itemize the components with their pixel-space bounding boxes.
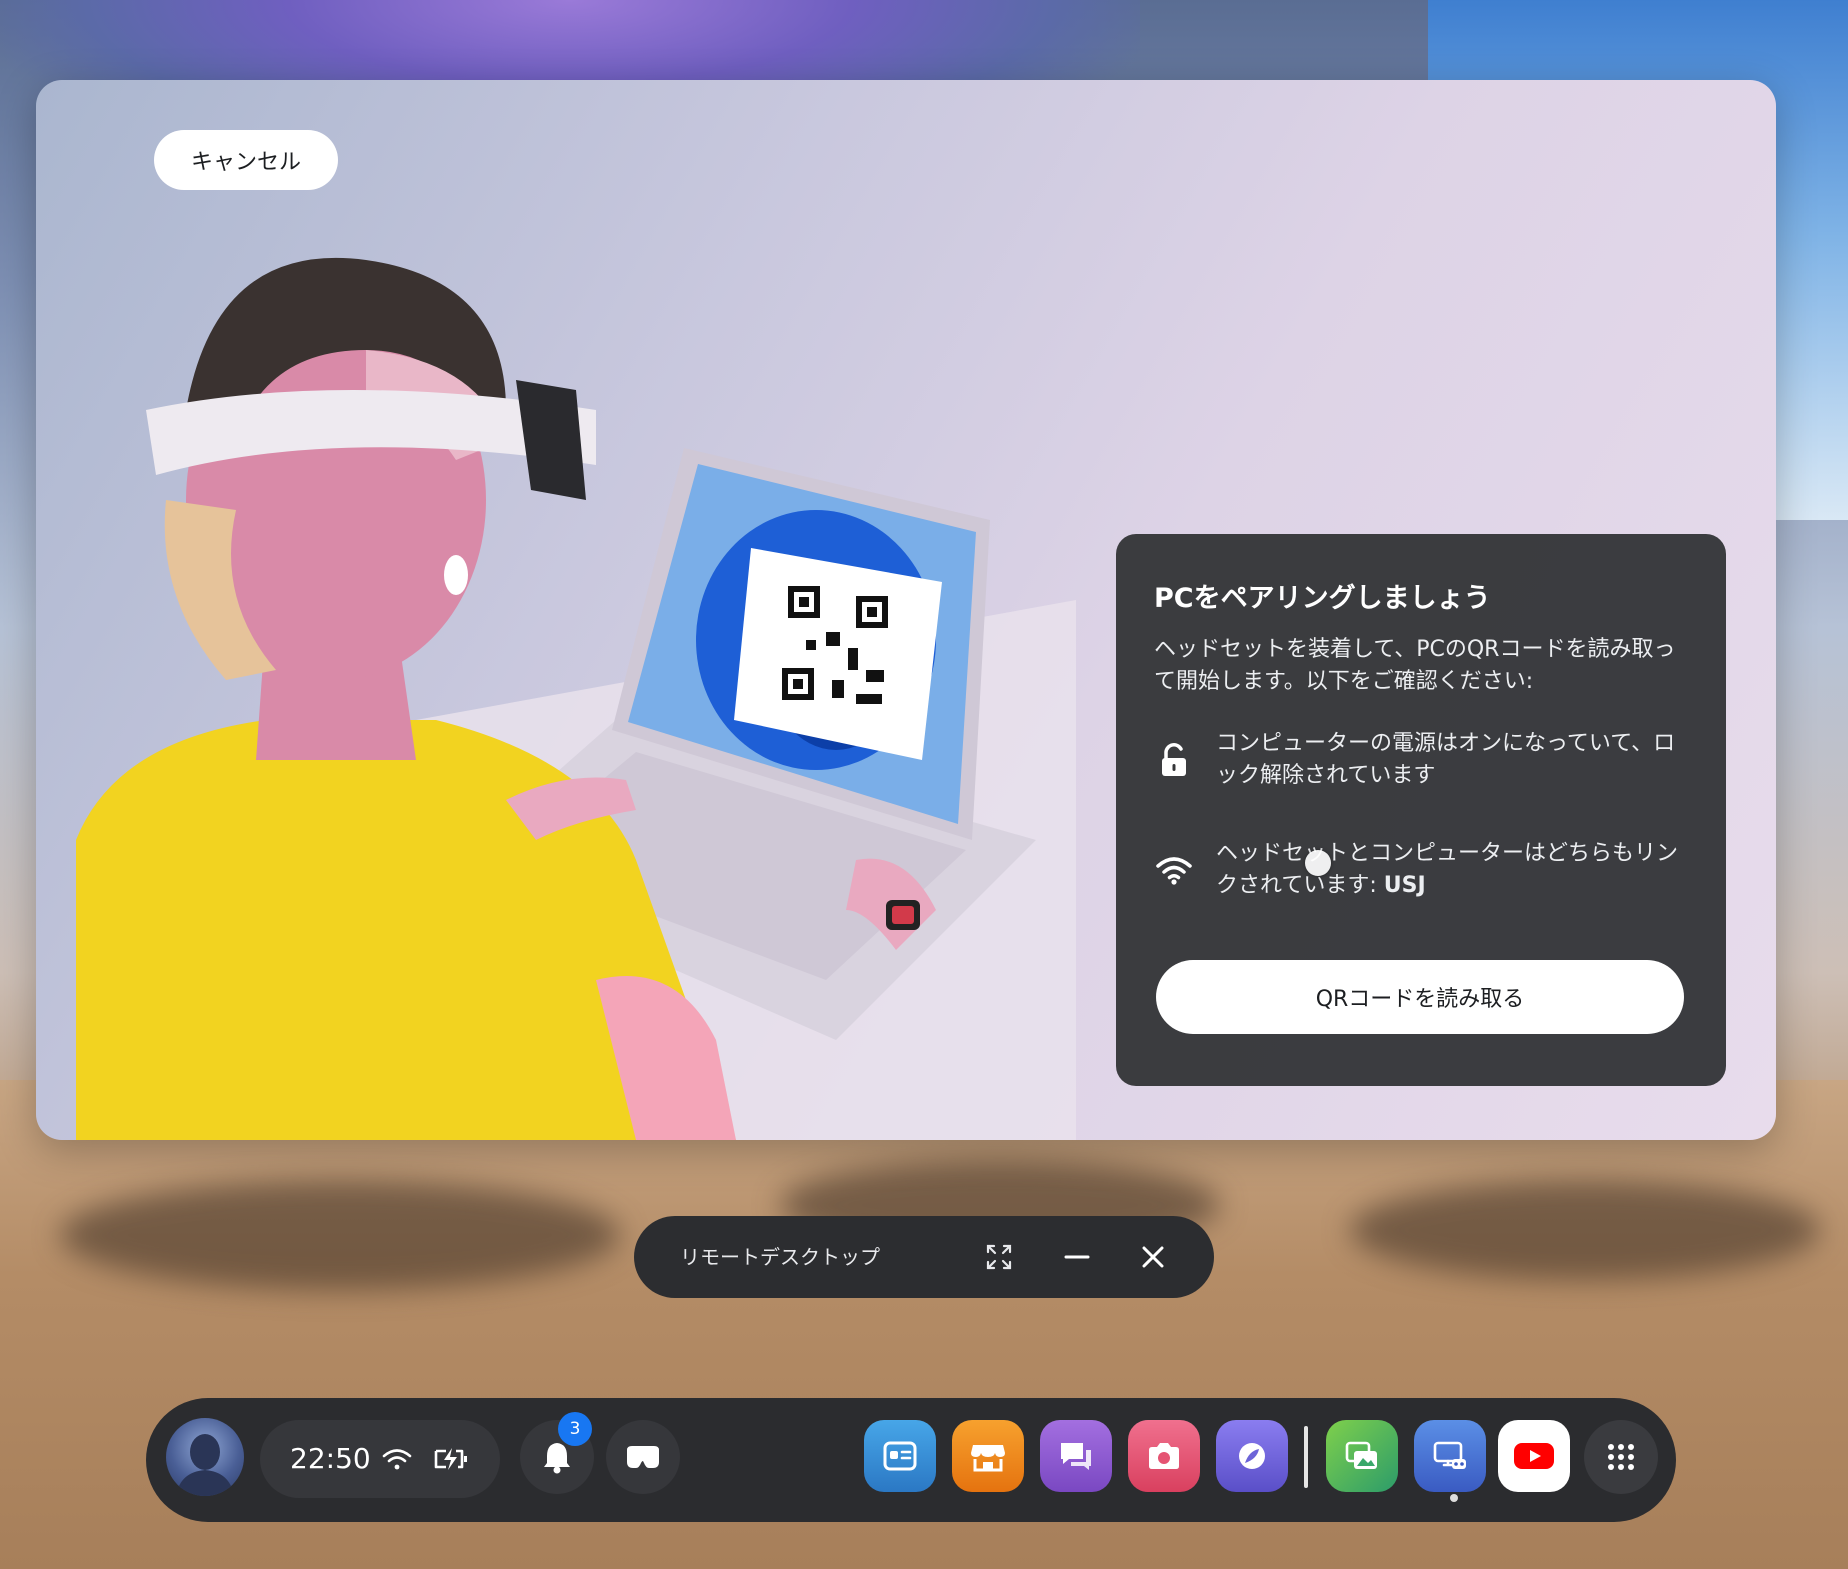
remote-desktop-app[interactable] xyxy=(1414,1420,1486,1492)
network-name: USJ xyxy=(1383,873,1426,898)
clock-time: 22:50 xyxy=(290,1442,371,1475)
store-app[interactable] xyxy=(952,1420,1024,1492)
status-pill[interactable]: 22:50 xyxy=(260,1420,500,1498)
remote-desktop-icon xyxy=(1433,1441,1466,1469)
gallery-icon xyxy=(1345,1441,1377,1469)
headset-icon xyxy=(627,1446,659,1468)
floor-shadow-right xyxy=(1350,1180,1820,1280)
cancel-button[interactable]: キャンセル xyxy=(154,130,338,190)
camera-app[interactable] xyxy=(1128,1420,1200,1492)
window-title: リモートデスクトップ xyxy=(680,1245,880,1269)
info-title: PCをペアリングしましょう xyxy=(1154,583,1491,614)
taskbar: 22:50 3 xyxy=(146,1398,1676,1522)
battery-charging-icon xyxy=(434,1448,467,1470)
requirement-network: ヘッドセットとコンピューターはどちらもリンクされています: USJ xyxy=(1154,838,1694,902)
requirement-network-prefix: ヘッドセットとコンピューターはどちらもリンクされています: xyxy=(1216,841,1679,898)
grid-icon xyxy=(1608,1444,1634,1470)
close-icon xyxy=(1142,1246,1164,1268)
pairing-info-card: PCをペアリングしましょう ヘッドセットを装着して、PCのQRコードを読み取って… xyxy=(1116,534,1726,1086)
avatar-silhouette-icon xyxy=(176,1434,234,1496)
wifi-icon xyxy=(1156,857,1192,885)
info-description: ヘッドセットを装着して、PCのQRコードを読み取って開始します。以下をご確認くだ… xyxy=(1154,637,1676,694)
avatar[interactable] xyxy=(166,1418,244,1496)
floor-shadow-left xyxy=(60,1180,620,1290)
pointer-cursor xyxy=(1305,850,1331,876)
fullscreen-button[interactable] xyxy=(978,1236,1020,1278)
app-library-app[interactable] xyxy=(864,1420,936,1492)
library-icon xyxy=(883,1441,917,1471)
pairing-panel: キャンセル PCをペアリングしましょう ヘッドセットを装着して、PCのQRコード… xyxy=(36,80,1776,1140)
chat-app[interactable] xyxy=(1040,1420,1112,1492)
requirement-network-text: ヘッドセットとコンピューターはどちらもリンクされています: USJ xyxy=(1216,838,1694,902)
wifi-icon xyxy=(382,1449,412,1470)
minimize-icon xyxy=(1064,1255,1090,1259)
explore-icon xyxy=(1239,1443,1265,1469)
bell-icon xyxy=(544,1443,570,1474)
chat-icon xyxy=(1061,1443,1091,1470)
window-title-bar[interactable]: リモートデスクトップ xyxy=(634,1216,1214,1298)
minimize-button[interactable] xyxy=(1056,1236,1098,1278)
store-icon xyxy=(971,1445,1005,1472)
youtube-app[interactable] xyxy=(1498,1420,1570,1492)
youtube-icon xyxy=(1514,1443,1554,1469)
taskbar-divider xyxy=(1304,1426,1308,1488)
fullscreen-icon xyxy=(986,1244,1012,1270)
active-app-indicator xyxy=(1450,1494,1458,1502)
camera-icon xyxy=(1149,1443,1179,1469)
requirement-unlocked-text: コンピューターの電源はオンになっていて、ロック解除されています xyxy=(1216,731,1676,788)
explore-app[interactable] xyxy=(1216,1420,1288,1492)
notification-count-badge: 3 xyxy=(558,1412,592,1446)
all-apps-button[interactable] xyxy=(1584,1420,1658,1494)
headset-button[interactable] xyxy=(606,1420,680,1494)
gallery-app[interactable] xyxy=(1326,1420,1398,1492)
scan-qr-button[interactable]: QRコードを読み取る xyxy=(1156,960,1684,1034)
close-button[interactable] xyxy=(1132,1236,1174,1278)
requirement-unlocked: コンピューターの電源はオンになっていて、ロック解除されています xyxy=(1154,728,1694,792)
unlock-icon xyxy=(1162,743,1186,776)
